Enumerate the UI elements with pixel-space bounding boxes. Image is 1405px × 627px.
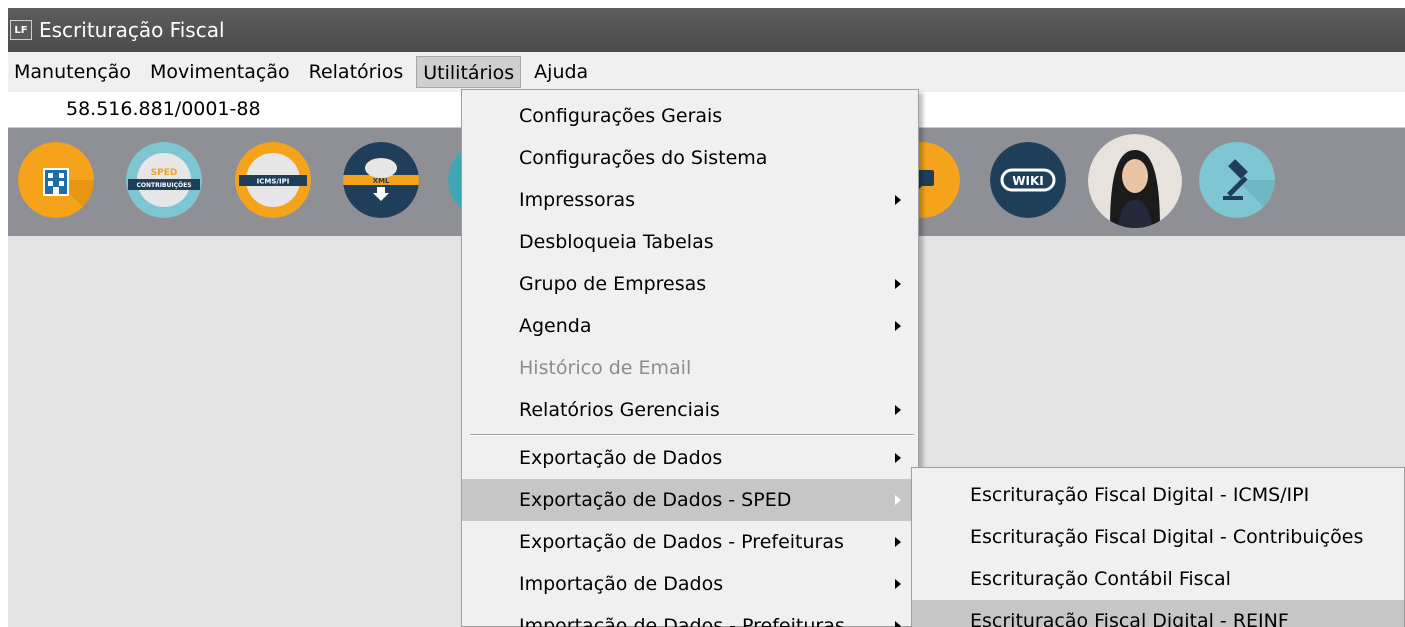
utilitarios-dropdown: Configurações Gerais Configurações do Si… xyxy=(461,89,919,627)
menu-relatorios[interactable]: Relatórios xyxy=(303,56,410,88)
assistant-avatar-icon[interactable] xyxy=(1088,134,1182,228)
svg-text:ICMS/IPI: ICMS/IPI xyxy=(257,178,290,186)
submenu-arrow-icon xyxy=(895,579,901,589)
wiki-icon[interactable]: WIKI xyxy=(990,142,1066,218)
menu-item-grupo-empresas[interactable]: Grupo de Empresas xyxy=(462,263,918,305)
svg-text:SPED: SPED xyxy=(151,168,178,178)
submenu-arrow-icon xyxy=(895,195,901,205)
submenu-item-efd-reinf[interactable]: Escrituração Fiscal Digital - REINF xyxy=(912,600,1404,627)
menu-separator xyxy=(470,434,914,436)
app-logo-icon: LF xyxy=(10,20,32,40)
submenu-arrow-icon xyxy=(895,405,901,415)
menu-item-agenda[interactable]: Agenda xyxy=(462,305,918,347)
menu-item-configuracoes-gerais[interactable]: Configurações Gerais xyxy=(462,95,918,137)
submenu-arrow-icon xyxy=(895,453,901,463)
sped-contribuicoes-icon[interactable]: SPED CONTRIBUIÇÕES xyxy=(126,142,202,218)
submenu-arrow-icon xyxy=(895,621,901,627)
menu-bar: Manutenção Movimentação Relatórios Utili… xyxy=(8,52,1405,92)
submenu-item-efd-icms-ipi[interactable]: Escrituração Fiscal Digital - ICMS/IPI xyxy=(912,474,1404,516)
menu-item-importacao-dados-prefeituras[interactable]: Importação de Dados - Prefeituras xyxy=(462,605,918,627)
icms-ipi-icon[interactable]: ICMS/IPI xyxy=(235,142,311,218)
menu-item-exportacao-dados-prefeituras[interactable]: Exportação de Dados - Prefeituras xyxy=(462,521,918,563)
svg-text:XML: XML xyxy=(373,177,390,185)
svg-text:CONTRIBUIÇÕES: CONTRIBUIÇÕES xyxy=(136,182,191,189)
menu-item-exportacao-dados[interactable]: Exportação de Dados xyxy=(462,437,918,479)
window-title: Escrituração Fiscal xyxy=(39,18,225,42)
menu-item-importacao-dados[interactable]: Importação de Dados xyxy=(462,563,918,605)
submenu-arrow-icon xyxy=(895,279,901,289)
menu-utilitarios[interactable]: Utilitários xyxy=(416,56,522,88)
menu-item-historico-email: Histórico de Email xyxy=(519,357,692,379)
menu-item-impressoras[interactable]: Impressoras xyxy=(462,179,918,221)
title-bar: LF Escrituração Fiscal xyxy=(8,8,1405,52)
gavel-icon[interactable] xyxy=(1199,142,1275,218)
menu-item-relatorios-gerenciais[interactable]: Relatórios Gerenciais xyxy=(462,389,918,431)
building-icon[interactable] xyxy=(18,142,94,218)
submenu-arrow-icon xyxy=(895,321,901,331)
submenu-arrow-icon xyxy=(895,495,901,505)
submenu-arrow-icon xyxy=(895,537,901,547)
svg-text:WIKI: WIKI xyxy=(1012,174,1043,188)
xml-download-icon[interactable]: XML xyxy=(343,142,419,218)
menu-manutencao[interactable]: Manutenção xyxy=(8,56,137,88)
menu-item-configuracoes-sistema[interactable]: Configurações do Sistema xyxy=(462,137,918,179)
submenu-item-efd-contribuicoes[interactable]: Escrituração Fiscal Digital - Contribuiç… xyxy=(912,516,1404,558)
company-cnpj: 58.516.881/0001-88 xyxy=(66,98,261,120)
submenu-item-ecf[interactable]: Escrituração Contábil Fiscal xyxy=(912,558,1404,600)
menu-item-desbloqueia-tabelas[interactable]: Desbloqueia Tabelas xyxy=(462,221,918,263)
sped-submenu: Escrituração Fiscal Digital - ICMS/IPI E… xyxy=(911,467,1405,627)
menu-movimentacao[interactable]: Movimentação xyxy=(144,56,296,88)
menu-ajuda[interactable]: Ajuda xyxy=(528,56,594,88)
app-window: LF Escrituração Fiscal Manutenção Movime… xyxy=(8,8,1405,627)
menu-item-exportacao-dados-sped[interactable]: Exportação de Dados - SPED xyxy=(462,479,918,521)
